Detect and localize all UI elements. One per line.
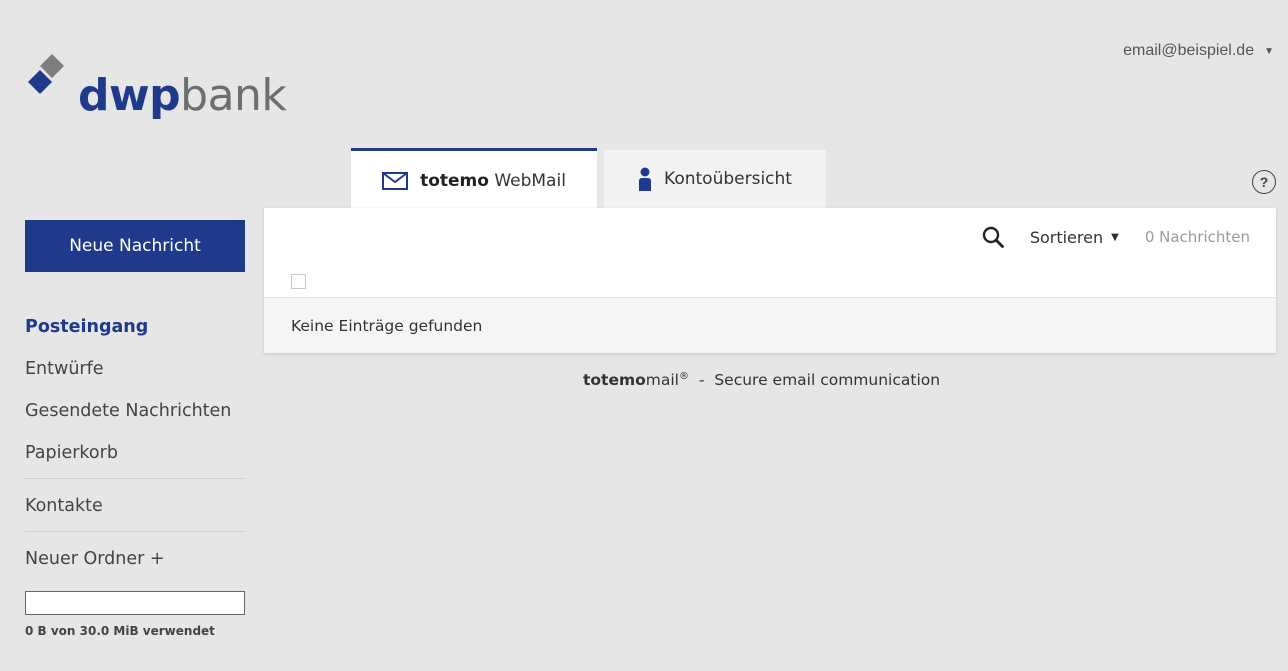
storage-quota-text: 0 B von 30.0 MiB verwendet [25, 624, 215, 638]
logo-text-bold: dwp [78, 70, 181, 121]
tab-webmail[interactable]: totemo WebMail [351, 148, 597, 210]
tab-webmail-label: WebMail [494, 170, 566, 191]
sidebar-item-kontakte[interactable]: Kontakte [25, 485, 245, 527]
sidebar-item-entwuerfe[interactable]: Entwürfe [25, 348, 245, 390]
sidebar-item-posteingang[interactable]: Posteingang [25, 306, 245, 348]
sidebar-item-papierkorb[interactable]: Papierkorb [25, 432, 245, 474]
sidebar-divider [25, 531, 245, 532]
sidebar-item-gesendete[interactable]: Gesendete Nachrichten [25, 390, 245, 432]
sidebar-divider [25, 478, 245, 479]
dwpbank-wordmark: dwpbank [78, 74, 287, 118]
select-all-checkbox[interactable] [291, 274, 306, 289]
footer-brand-bold: totemo [583, 371, 646, 390]
footer: totemomail® - Secure email communication [583, 371, 940, 389]
logo-text-light: bank [180, 70, 287, 121]
user-menu[interactable]: email@beispiel.de ▼ [1123, 42, 1274, 60]
tab-kontouebersicht[interactable]: Kontoübersicht [604, 150, 826, 208]
footer-brand-light: mail [645, 371, 679, 390]
new-folder-button[interactable]: Neuer Ordner + [25, 538, 245, 580]
dwpbank-logo: dwpbank [26, 48, 326, 132]
tab-kontouebersicht-label: Kontoübersicht [664, 169, 792, 189]
caret-down-icon: ▼ [1264, 45, 1274, 57]
sort-label: Sortieren [1029, 227, 1104, 247]
message-count: 0 Nachrichten [1144, 228, 1250, 246]
tab-webmail-brand: totemo [420, 170, 489, 191]
dwpbank-logo-mark [28, 54, 64, 94]
user-email: email@beispiel.de [1123, 42, 1255, 59]
sort-dropdown[interactable]: Sortieren ▼ [1030, 228, 1119, 247]
webmail-page: dwpbank email@beispiel.de ▼ ? totemo Web… [0, 0, 1288, 671]
storage-quota-bar [25, 591, 245, 615]
sidebar-nav: Posteingang Entwürfe Gesendete Nachricht… [25, 306, 245, 580]
new-message-button[interactable]: Neue Nachricht [25, 220, 245, 272]
list-toolbar: Sortieren ▼ 0 Nachrichten [982, 226, 1250, 248]
registered-mark: ® [679, 371, 689, 382]
help-icon[interactable]: ? [1252, 170, 1276, 194]
person-icon [639, 167, 652, 191]
footer-separator: - [698, 371, 705, 390]
footer-tagline: Secure email communication [714, 371, 941, 390]
search-icon[interactable] [982, 226, 1004, 248]
empty-list-message: Keine Einträge gefunden [264, 297, 1276, 353]
caret-down-icon: ▼ [1111, 231, 1119, 243]
envelope-icon [382, 171, 409, 190]
message-list-panel: Sortieren ▼ 0 Nachrichten Keine Einträge… [264, 208, 1276, 353]
